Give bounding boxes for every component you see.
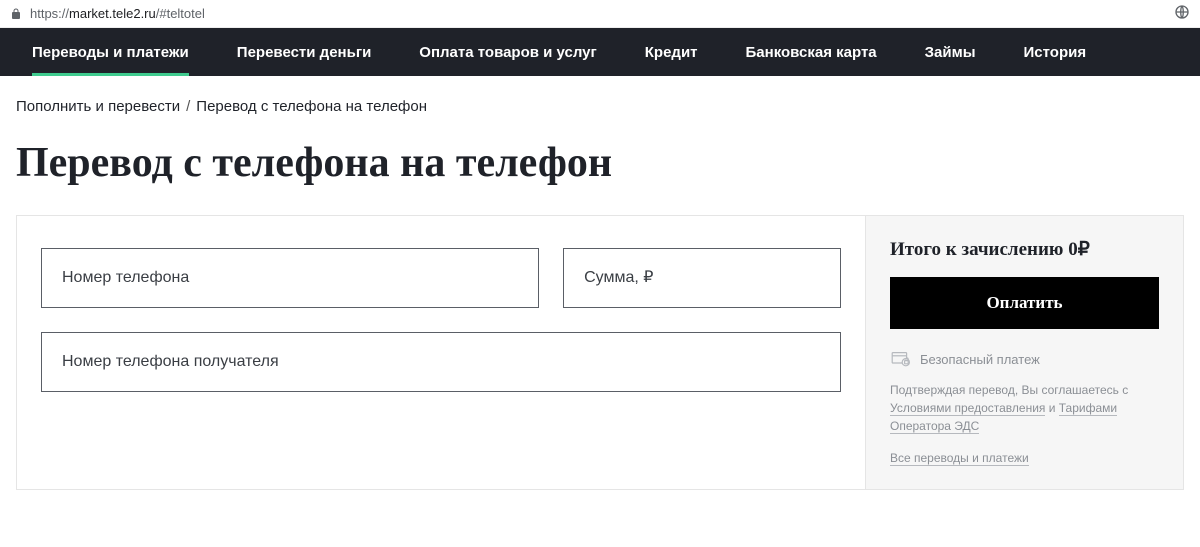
nav-loans[interactable]: Займы <box>901 28 1000 76</box>
recipient-phone-input[interactable] <box>41 332 841 392</box>
browser-address-bar: https://market.tele2.ru/#teltotel <box>0 0 1200 28</box>
main-navigation: Переводы и платежи Перевести деньги Опла… <box>0 28 1200 76</box>
pay-button[interactable]: Оплатить <box>890 277 1159 329</box>
form-row-top <box>41 248 841 308</box>
amount-input[interactable] <box>563 248 841 308</box>
nav-credit[interactable]: Кредит <box>621 28 722 76</box>
url-domain: market.tele2.ru <box>69 6 156 21</box>
total-label: Итого к зачислению <box>890 239 1063 260</box>
breadcrumb-parent[interactable]: Пополнить и перевести <box>16 98 180 115</box>
globe-icon[interactable] <box>1174 4 1190 23</box>
breadcrumb: Пополнить и перевести / Перевод с телефо… <box>16 76 1184 125</box>
sender-phone-input[interactable] <box>41 248 539 308</box>
secure-payment-icon <box>890 351 910 367</box>
main-layout: Итого к зачислению 0₽ Оплатить Безопасны… <box>16 215 1184 490</box>
url-protocol: https:// <box>30 6 69 21</box>
secure-payment-row: Безопасный платеж <box>890 351 1159 367</box>
url-path: /#teltotel <box>156 6 205 21</box>
summary-panel: Итого к зачислению 0₽ Оплатить Безопасны… <box>866 215 1184 490</box>
nav-label: История <box>1024 44 1087 61</box>
url-text[interactable]: https://market.tele2.ru/#teltotel <box>30 6 205 21</box>
nav-bank-card[interactable]: Банковская карта <box>722 28 901 76</box>
transfer-form-panel <box>16 215 866 490</box>
nav-transfers-payments[interactable]: Переводы и платежи <box>8 28 213 76</box>
lock-icon <box>10 7 22 21</box>
nav-label: Банковская карта <box>746 44 877 61</box>
terms-link[interactable]: Условиями предоставления <box>890 401 1045 416</box>
nav-label: Переводы и платежи <box>32 44 189 61</box>
legal-text: Подтверждая перевод, Вы соглашаетесь с У… <box>890 381 1159 435</box>
nav-pay-goods[interactable]: Оплата товаров и услуг <box>395 28 620 76</box>
nav-history[interactable]: История <box>1000 28 1111 76</box>
breadcrumb-separator: / <box>186 98 190 115</box>
page-title: Перевод с телефона на телефон <box>16 125 1184 215</box>
form-row-bottom <box>41 332 841 392</box>
all-transfers-link[interactable]: Все переводы и платежи <box>890 451 1029 466</box>
nav-label: Оплата товаров и услуг <box>419 44 596 61</box>
breadcrumb-current: Перевод с телефона на телефон <box>196 98 427 115</box>
nav-transfer-money[interactable]: Перевести деньги <box>213 28 396 76</box>
nav-label: Займы <box>925 44 976 61</box>
nav-label: Кредит <box>645 44 698 61</box>
legal-prefix: Подтверждая перевод, Вы соглашаетесь с <box>890 383 1128 397</box>
legal-mid: и <box>1045 401 1058 415</box>
nav-label: Перевести деньги <box>237 44 372 61</box>
secure-payment-label: Безопасный платеж <box>920 352 1040 367</box>
total-line: Итого к зачислению 0₽ <box>890 238 1159 261</box>
total-value: 0₽ <box>1068 239 1090 260</box>
